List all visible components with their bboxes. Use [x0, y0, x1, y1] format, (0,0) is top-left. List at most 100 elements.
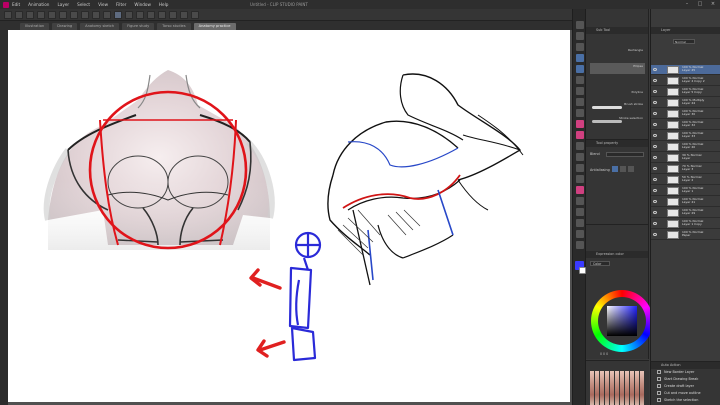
eye-icon[interactable] — [653, 79, 657, 82]
eye-icon[interactable] — [653, 156, 657, 159]
eye-icon[interactable] — [653, 189, 657, 192]
eye-icon[interactable] — [653, 90, 657, 93]
blend-mode-select[interactable]: Normal — [673, 39, 695, 44]
layer-row[interactable]: 50 % Normal Layer 2 — [651, 175, 720, 185]
action-item[interactable]: Start Drawing Break — [657, 376, 719, 383]
menu-select[interactable]: Select — [77, 2, 90, 7]
eye-icon[interactable] — [653, 211, 657, 214]
invert-selection-icon[interactable] — [158, 10, 166, 19]
color-mode-select[interactable]: Color — [590, 261, 610, 266]
subtool-stroke-selection[interactable]: Stroke selection — [590, 115, 645, 126]
undo-icon[interactable] — [37, 10, 45, 19]
action-item[interactable]: Sketch the selection — [657, 397, 719, 404]
layer-row[interactable]: 100 % Normal Paper — [651, 230, 720, 240]
eyedropper-tool-icon[interactable] — [576, 76, 584, 84]
layer-row[interactable]: 100 % Normal Layer 29 — [651, 208, 720, 218]
antialias-level-1[interactable] — [612, 166, 618, 172]
eraser-tool-icon[interactable] — [576, 142, 584, 150]
open-file-icon[interactable] — [15, 10, 23, 19]
copy-icon[interactable] — [81, 10, 89, 19]
eye-icon[interactable] — [653, 233, 657, 236]
action-item[interactable]: New Border Layer — [657, 369, 719, 376]
eye-icon[interactable] — [653, 145, 657, 148]
layer-row[interactable]: 100 % Normal Layer 33 — [651, 131, 720, 141]
snap-ruler-icon[interactable] — [125, 10, 133, 19]
new-file-icon[interactable] — [4, 10, 12, 19]
menu-help[interactable]: Help — [159, 2, 169, 7]
auto-select-tool-icon[interactable] — [576, 65, 584, 73]
layer-row[interactable]: 100 % Normal Layer 30 — [651, 109, 720, 119]
eye-icon[interactable] — [653, 112, 657, 115]
guide-icon[interactable] — [191, 10, 199, 19]
app-icon[interactable] — [3, 1, 9, 8]
minimize-icon[interactable]: – — [682, 1, 692, 7]
menu-edit[interactable]: Edit — [12, 2, 20, 7]
action-item[interactable]: Create draft layer — [657, 383, 719, 390]
operation-tool-icon[interactable] — [576, 43, 584, 51]
correct-line-tool-icon[interactable] — [576, 241, 584, 249]
subtool-polyline[interactable]: Polyline — [590, 89, 645, 100]
layer-row[interactable]: 100 % Multiply Layer 44 — [651, 98, 720, 108]
subtool-rectangle[interactable]: Rectangle — [590, 47, 645, 58]
antialias-level-3[interactable] — [628, 166, 634, 172]
eye-icon[interactable] — [653, 222, 657, 225]
drawing-canvas[interactable] — [8, 30, 570, 402]
eye-icon[interactable] — [653, 178, 657, 181]
menu-view[interactable]: View — [98, 2, 108, 7]
redo-icon[interactable] — [48, 10, 56, 19]
layer-row[interactable]: 100 % Normal Layer 1 — [651, 186, 720, 196]
blend-tool-icon[interactable] — [576, 153, 584, 161]
balloon-tool-icon[interactable] — [576, 230, 584, 238]
text-tool-icon[interactable] — [576, 219, 584, 227]
eye-icon[interactable] — [653, 68, 657, 71]
layer-row[interactable]: 70 % Normal Layer 3 — [651, 164, 720, 174]
clear-icon[interactable] — [59, 10, 67, 19]
deselect-icon[interactable] — [147, 10, 155, 19]
eye-icon[interactable] — [653, 123, 657, 126]
menu-window[interactable]: Window — [134, 2, 151, 7]
saturation-value-square[interactable] — [607, 306, 637, 336]
eye-icon[interactable] — [653, 134, 657, 137]
tab-torso-studies[interactable]: Torso studies — [157, 23, 191, 30]
eye-icon[interactable] — [653, 200, 657, 203]
tab-figure-study[interactable]: Figure study — [122, 23, 155, 30]
action-item[interactable]: Cut and move outline — [657, 390, 719, 397]
color-wheel[interactable] — [591, 290, 653, 352]
cut-icon[interactable] — [70, 10, 78, 19]
subtool-brush-stroke[interactable]: Brush stroke — [590, 101, 645, 112]
layer-row[interactable]: 100 % Normal Layer 41 — [651, 197, 720, 207]
gradient-tool-icon[interactable] — [576, 175, 584, 183]
layer-row[interactable]: 100 % Normal Layer 5 Copy — [651, 87, 720, 97]
close-icon[interactable]: × — [708, 1, 718, 7]
zoom-tool-icon[interactable] — [576, 21, 584, 29]
blend-select[interactable] — [606, 152, 644, 157]
menu-filter[interactable]: Filter — [116, 2, 126, 7]
layer-row[interactable]: 39 % Normal Layer — [651, 153, 720, 163]
color-swatch-grid[interactable] — [590, 371, 645, 405]
menu-animation[interactable]: Animation — [28, 2, 49, 7]
fill-icon[interactable] — [169, 10, 177, 19]
frame-tool-icon[interactable] — [576, 197, 584, 205]
layer-row[interactable]: 100 % Normal Layer 4 Copy 2 — [651, 76, 720, 86]
antialias-level-2[interactable] — [620, 166, 626, 172]
snap-icon[interactable] — [114, 10, 122, 19]
layer-row[interactable]: 100 % Normal Layer 45 — [651, 65, 720, 75]
layer-row[interactable]: 100 % Normal Layer 32 — [651, 120, 720, 130]
tab-drawing[interactable]: Drawing — [52, 23, 78, 30]
eye-icon[interactable] — [653, 101, 657, 104]
pen-tool-icon[interactable] — [576, 87, 584, 95]
tab-illustration[interactable]: Illustration — [20, 23, 50, 30]
layer-row[interactable]: 100 % Normal Layer 1 Copy — [651, 219, 720, 229]
airbrush-tool-icon[interactable] — [576, 120, 584, 128]
tab-anatomy-sketch[interactable]: Anatomy sketch — [80, 23, 120, 30]
transform-icon[interactable] — [103, 10, 111, 19]
move-icon[interactable] — [180, 10, 188, 19]
paste-icon[interactable] — [92, 10, 100, 19]
tab-anatomy-practice[interactable]: Anatomy practice — [193, 23, 236, 30]
selection-tool-icon[interactable] — [576, 54, 584, 62]
layer-row[interactable]: 100 % Normal Layer 40 — [651, 142, 720, 152]
snap-grid-icon[interactable] — [136, 10, 144, 19]
save-icon[interactable] — [26, 10, 34, 19]
figure-tool-icon[interactable] — [576, 186, 584, 194]
maximize-icon[interactable]: □ — [695, 1, 705, 7]
